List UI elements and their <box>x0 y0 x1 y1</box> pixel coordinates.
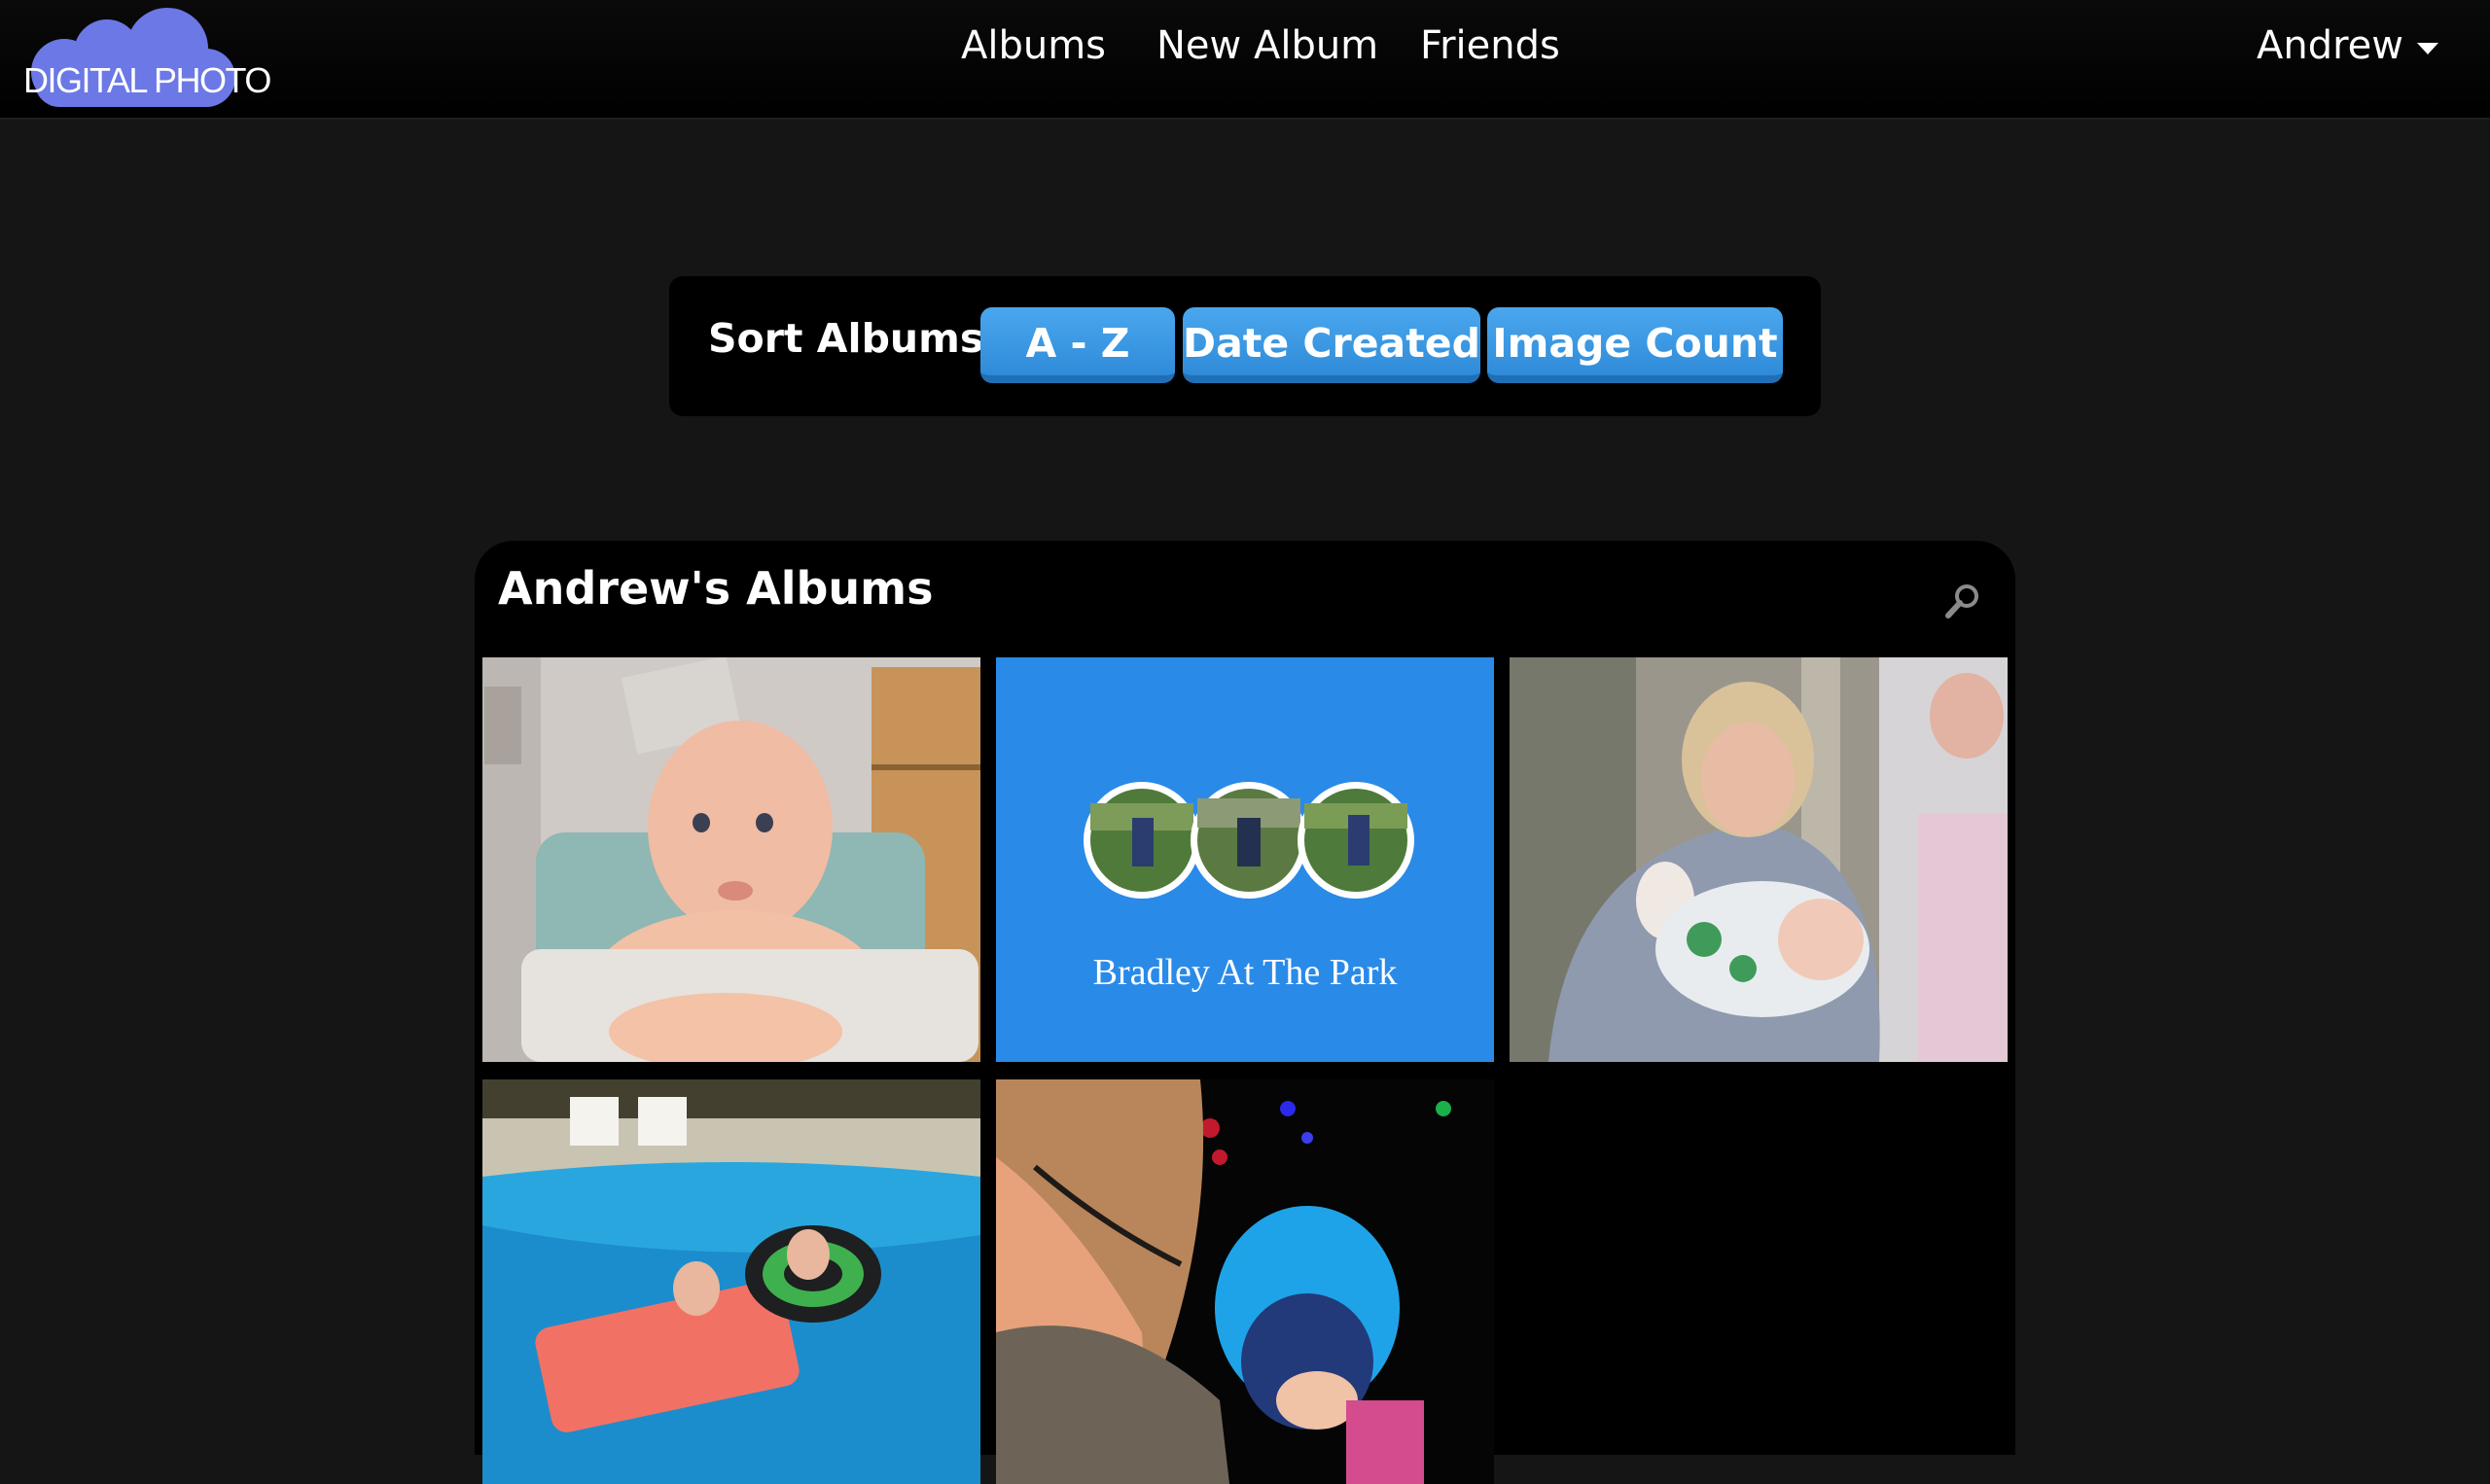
album-tile[interactable] <box>1510 657 2008 1062</box>
album-tile-bradley-at-the-park[interactable]: Bradley At The Park <box>996 657 1494 1062</box>
album-photo <box>1510 657 2008 1062</box>
album-photo <box>482 657 980 1062</box>
user-name: Andrew <box>2257 23 2403 68</box>
sort-image-count-button[interactable]: Image Count <box>1487 307 1783 383</box>
album-cover-title: Bradley At The Park <box>1092 952 1398 993</box>
albums-title: Andrew's Albums <box>498 562 934 615</box>
album-photo <box>482 1079 980 1484</box>
album-cover-image <box>996 657 1494 1062</box>
sort-panel: Sort Albums A - Z Date Created Image Cou… <box>669 276 1821 416</box>
nav-friends[interactable]: Friends <box>1420 23 1560 68</box>
album-tile[interactable] <box>482 1079 980 1484</box>
sort-az-button[interactable]: A - Z <box>980 307 1175 383</box>
album-tile[interactable] <box>996 1079 1494 1484</box>
main-nav: Albums New Album Friends <box>0 23 2490 78</box>
search-icon[interactable] <box>1943 582 1982 620</box>
nav-new-album[interactable]: New Album <box>1156 23 1378 68</box>
user-menu[interactable]: Andrew <box>2257 23 2438 68</box>
sort-date-created-button[interactable]: Date Created <box>1183 307 1480 383</box>
albums-panel: Andrew's Albums Bradley At The Park <box>475 541 2015 1484</box>
nav-albums[interactable]: Albums <box>961 23 1106 68</box>
top-navbar: DIGITAL PHOTO Albums New Album Friends A… <box>0 0 2490 120</box>
album-photo <box>996 1079 1494 1484</box>
caret-down-icon <box>2417 43 2438 54</box>
album-tile[interactable] <box>482 657 980 1062</box>
sort-label: Sort Albums <box>708 315 984 362</box>
